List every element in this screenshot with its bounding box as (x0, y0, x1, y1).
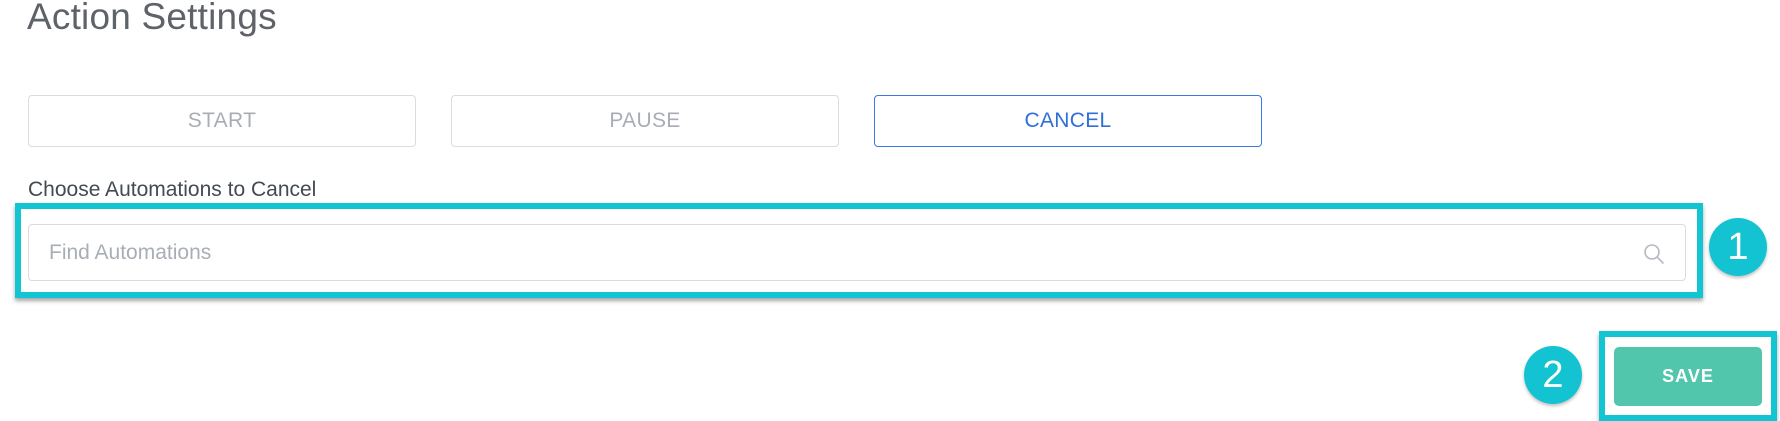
save-button[interactable]: SAVE (1614, 347, 1762, 406)
automations-label: Choose Automations to Cancel (28, 178, 317, 201)
find-automations-input[interactable]: Find Automations (28, 224, 1686, 281)
page-title: Action Settings (27, 0, 277, 37)
step-2-badge: 2 (1524, 346, 1582, 404)
find-automations-placeholder: Find Automations (49, 240, 212, 264)
pause-button[interactable]: PAUSE (451, 95, 839, 147)
step-1-badge: 1 (1709, 218, 1767, 276)
start-button[interactable]: START (28, 95, 416, 147)
action-settings-page: Action Settings START PAUSE CANCEL Choos… (0, 0, 1780, 421)
search-icon[interactable] (1643, 243, 1665, 265)
cancel-button[interactable]: CANCEL (874, 95, 1262, 147)
